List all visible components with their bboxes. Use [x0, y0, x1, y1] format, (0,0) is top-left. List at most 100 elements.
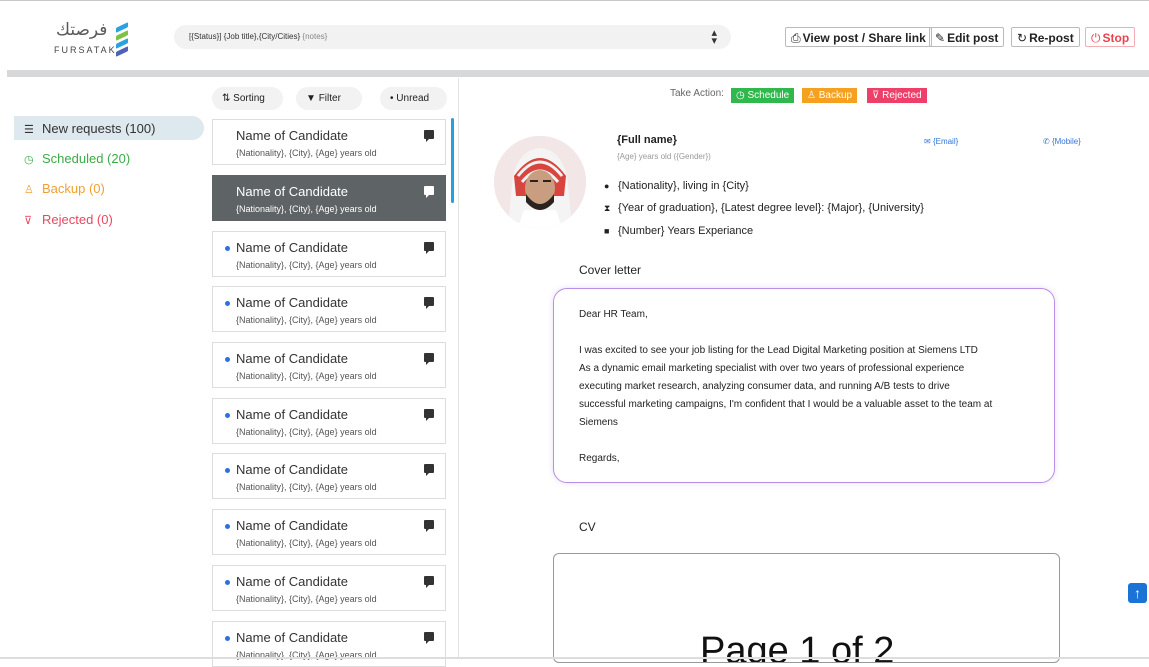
education-row: ⧗ {Year of graduation}, {Latest degree le…	[604, 202, 924, 214]
logo-arabic-text: فرصتك	[56, 20, 108, 40]
candidate-name: Name of Candidate	[236, 295, 349, 310]
candidate-card[interactable]: Name of Candidate {Nationality}, {City},…	[212, 231, 446, 277]
email-link[interactable]: ✉ {Email}	[924, 137, 958, 146]
fursatak-logo[interactable]: فرصتك FURSATAK	[54, 20, 144, 60]
stop-label: Stop	[1102, 31, 1130, 45]
message-icon[interactable]	[424, 242, 434, 254]
job-select-notes: {notes}	[302, 32, 328, 41]
candidate-card[interactable]: Name of Candidate {Nationality}, {City},…	[212, 286, 446, 332]
cover-body-line: successful marketing campaigns, I'm conf…	[579, 399, 993, 410]
repost-button[interactable]: ↻ Re-post	[1011, 27, 1080, 47]
sidebar-item-rejected[interactable]: ⊽ Rejected (0)	[14, 207, 204, 231]
experience-text: {Number} Years Experiance	[618, 225, 754, 237]
candidate-card[interactable]: Name of Candidate {Nationality}, {City},…	[212, 119, 446, 165]
candidate-card[interactable]: Name of Candidate {Nationality}, {City},…	[212, 398, 446, 444]
schedule-button[interactable]: ◷ Schedule	[731, 88, 795, 103]
unread-toggle[interactable]: • Unread	[380, 87, 447, 110]
candidate-card[interactable]: Name of Candidate {Nationality}, {City},…	[212, 453, 446, 499]
unread-dot-icon	[225, 524, 230, 529]
cv-title: CV	[579, 520, 596, 534]
message-icon[interactable]	[424, 576, 434, 588]
unread-dot-icon	[225, 246, 230, 251]
message-icon[interactable]	[424, 632, 434, 644]
view-post-label: View post / Share link	[802, 31, 926, 45]
candidate-info: {Nationality}, {City}, {Age} years old	[236, 148, 377, 158]
edit-post-button[interactable]: ✎ Edit post	[929, 27, 1005, 47]
power-icon: ⏻	[1091, 31, 1101, 45]
candidate-avatar	[494, 136, 586, 228]
candidate-name: Name of Candidate	[236, 184, 349, 199]
header-divider	[7, 70, 1149, 77]
message-icon[interactable]	[424, 464, 434, 476]
envelope-icon: ✉	[924, 137, 933, 146]
candidate-name: Name of Candidate	[236, 630, 349, 645]
cover-greeting: Dear HR Team,	[579, 309, 648, 320]
rejected-button[interactable]: ⊽ Rejected	[867, 88, 927, 103]
candidate-age-gender: {Age} years old ({Gender})	[617, 152, 711, 161]
message-icon[interactable]	[424, 130, 434, 142]
sorting-button[interactable]: ⇅ Sorting	[212, 87, 283, 110]
filter-button[interactable]: ▼ Filter	[296, 87, 362, 110]
candidate-card[interactable]: Name of Candidate {Nationality}, {City},…	[212, 565, 446, 611]
candidate-info: {Nationality}, {City}, {Age} years old	[236, 538, 377, 548]
job-select-text: [{Status}] {Job title},{City/Cities}	[189, 32, 301, 41]
user-icon: ♙	[24, 184, 34, 196]
clock-icon: ◷	[24, 154, 34, 166]
updown-arrows-icon: ▴ ▾	[711, 27, 717, 47]
view-post-button[interactable]: ⎙ View post / Share link	[785, 27, 932, 47]
cover-body-line: executing market research, analyzing con…	[579, 381, 950, 392]
unread-dot-icon	[225, 468, 230, 473]
mobile-link[interactable]: ✆ {Mobile}	[1043, 137, 1081, 146]
sidebar-item-label: Backup (0)	[42, 181, 105, 196]
share-icon: ⎙	[791, 31, 801, 45]
thumbs-down-icon: ⊽	[24, 215, 33, 227]
candidate-card-selected[interactable]: Name of Candidate {Nationality}, {City},…	[212, 175, 446, 221]
app-header: فرصتك FURSATAK [{Status}] {Job title},{C…	[0, 0, 1149, 70]
location-text: {Nationality}, living in {City}	[618, 180, 749, 192]
experience-row: ■ {Number} Years Experiance	[604, 225, 753, 237]
sidebar-item-new-requests[interactable]: ☰ New requests (100)	[14, 116, 204, 140]
cover-closing: Regards,	[579, 453, 620, 464]
repost-label: Re-post	[1029, 31, 1074, 45]
rejected-label: Rejected	[882, 90, 922, 101]
scroll-to-top-button[interactable]: ↑	[1128, 583, 1147, 603]
avatar-photo-icon	[494, 136, 586, 228]
list-scrollbar[interactable]	[451, 118, 454, 203]
backup-button[interactable]: ♙ Backup	[802, 88, 858, 103]
sorting-label: Sorting	[233, 93, 265, 104]
thumbs-down-icon: ⊽	[872, 90, 883, 101]
sidebar-item-label: New requests (100)	[42, 121, 156, 136]
message-icon[interactable]	[424, 353, 434, 365]
user-icon: ♙	[807, 90, 819, 101]
sidebar-item-backup[interactable]: ♙ Backup (0)	[14, 176, 204, 200]
candidate-info: {Nationality}, {City}, {Age} years old	[236, 260, 377, 270]
candidate-card[interactable]: Name of Candidate {Nationality}, {City},…	[212, 621, 446, 667]
location-pin-icon: ●	[604, 181, 610, 191]
message-icon[interactable]	[424, 186, 434, 198]
candidate-card[interactable]: Name of Candidate {Nationality}, {City},…	[212, 509, 446, 555]
location-row: ● {Nationality}, living in {City}	[604, 180, 749, 192]
cover-letter-box: Dear HR Team, I was excited to see your …	[553, 288, 1055, 483]
message-icon[interactable]	[424, 520, 434, 532]
candidate-full-name: {Full name}	[617, 134, 677, 146]
candidate-info: {Nationality}, {City}, {Age} years old	[236, 315, 377, 325]
candidate-info: {Nationality}, {City}, {Age} years old	[236, 204, 377, 214]
take-action-label: Take Action:	[670, 88, 724, 99]
candidate-info: {Nationality}, {City}, {Age} years old	[236, 482, 377, 492]
job-post-select[interactable]: [{Status}] {Job title},{City/Cities} {no…	[174, 25, 731, 49]
candidate-info: {Nationality}, {City}, {Age} years old	[236, 371, 377, 381]
candidate-name: Name of Candidate	[236, 240, 349, 255]
clock-icon: ◷	[736, 90, 748, 101]
cover-body-line: Siemens	[579, 417, 618, 428]
sidebar-item-scheduled[interactable]: ◷ Scheduled (20)	[14, 146, 204, 170]
candidate-card[interactable]: Name of Candidate {Nationality}, {City},…	[212, 342, 446, 388]
backup-label: Backup	[818, 90, 853, 101]
candidate-name: Name of Candidate	[236, 462, 349, 477]
cv-viewer[interactable]: Page 1 of 2	[553, 553, 1060, 663]
message-icon[interactable]	[424, 297, 434, 309]
candidate-name: Name of Candidate	[236, 518, 349, 533]
sidebar-item-label: Rejected (0)	[42, 212, 113, 227]
stop-button[interactable]: ⏻ Stop	[1085, 27, 1136, 47]
column-divider	[458, 78, 459, 659]
message-icon[interactable]	[424, 409, 434, 421]
